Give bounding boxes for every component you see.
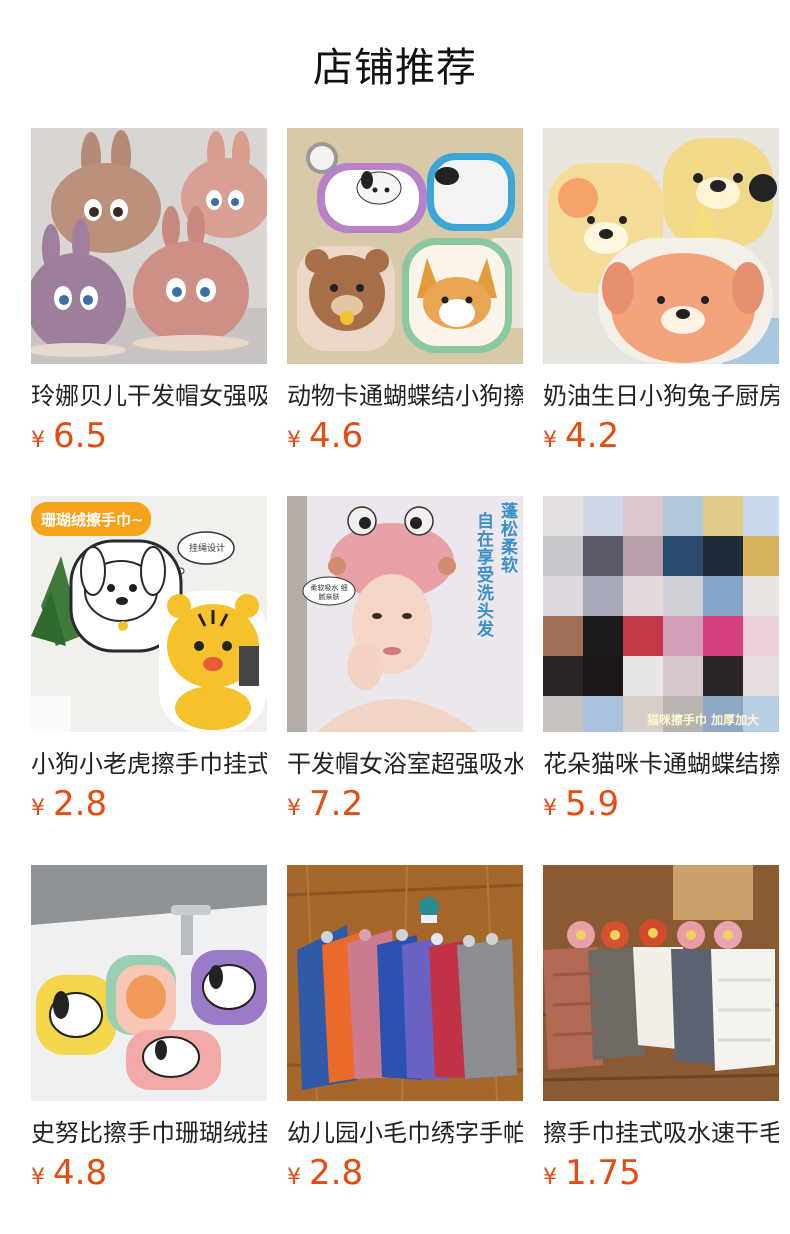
product-title[interactable]: 擦手巾挂式吸水速干毛巾 xyxy=(543,1117,779,1149)
currency-symbol: ¥ xyxy=(287,1165,301,1190)
product-card[interactable]: 玲娜贝儿干发帽女强吸水速干 ¥6.5 xyxy=(31,128,267,462)
page-title: 店铺推荐 xyxy=(313,45,477,91)
vertical-text-2: 自在享受洗头发 xyxy=(473,512,493,638)
animal-hand-towels-image[interactable] xyxy=(287,128,523,364)
dog-tiger-towels-image[interactable]: 珊瑚绒擦手巾~ 挂绳设计 xyxy=(31,496,267,732)
currency-symbol: ¥ xyxy=(543,428,557,453)
product-title[interactable]: 小狗小老虎擦手巾挂式 xyxy=(31,748,267,780)
currency-symbol: ¥ xyxy=(543,1165,557,1190)
product-price: ¥5.9 xyxy=(543,784,779,830)
caption-text: 猫咪擦手巾 加厚加大 xyxy=(647,713,760,727)
product-price: ¥4.8 xyxy=(31,1153,267,1199)
product-card[interactable]: 史努比擦手巾珊瑚绒挂式 ¥4.8 xyxy=(31,865,267,1199)
product-price: ¥1.75 xyxy=(543,1153,779,1199)
product-price: ¥4.6 xyxy=(287,416,523,462)
product-card[interactable]: 幼儿园小毛巾绣字手帕 ¥2.8 xyxy=(287,865,523,1199)
currency-symbol: ¥ xyxy=(31,796,45,821)
price-value: 4.2 xyxy=(565,416,620,456)
product-price: ¥2.8 xyxy=(287,1153,523,1199)
price-value: 1.75 xyxy=(565,1153,641,1193)
page-header: 店铺推荐 xyxy=(0,0,790,128)
bubble-text: 挂绳设计 xyxy=(189,544,226,554)
product-price: ¥2.8 xyxy=(31,784,267,830)
product-title[interactable]: 干发帽女浴室超强吸水 xyxy=(287,748,523,780)
kids-towels-image[interactable] xyxy=(287,865,523,1101)
flower-towels-image[interactable] xyxy=(543,865,779,1101)
hair-cap-model-image[interactable]: 蓬松柔软 自在享受洗头发 柔软吸水 细腻亲肤 xyxy=(287,496,523,732)
snoopy-towels-image[interactable] xyxy=(31,865,267,1101)
price-value: 2.8 xyxy=(53,784,108,824)
product-price: ¥7.2 xyxy=(287,784,523,830)
product-title[interactable]: 史努比擦手巾珊瑚绒挂式 xyxy=(31,1117,267,1149)
product-card[interactable]: 珊瑚绒擦手巾~ 挂绳设计 小狗小老虎擦手巾挂式 ¥2.8 xyxy=(31,496,267,830)
price-value: 5.9 xyxy=(565,784,620,824)
product-title[interactable]: 动物卡通蝴蝶结小狗擦手巾 xyxy=(287,380,523,412)
banner-text: 珊瑚绒擦手巾~ xyxy=(41,511,144,529)
cream-dog-towels-image[interactable] xyxy=(543,128,779,364)
product-title[interactable]: 奶油生日小狗兔子厨房擦手巾 xyxy=(543,380,779,412)
cat-towels-image[interactable]: 猫咪擦手巾 加厚加大 xyxy=(543,496,779,732)
price-value: 7.2 xyxy=(309,784,364,824)
price-value: 6.5 xyxy=(53,416,108,456)
vertical-text-1: 蓬松柔软 xyxy=(497,502,517,574)
currency-symbol: ¥ xyxy=(287,428,301,453)
currency-symbol: ¥ xyxy=(31,428,45,453)
product-card[interactable]: 奶油生日小狗兔子厨房擦手巾 ¥4.2 xyxy=(543,128,779,462)
currency-symbol: ¥ xyxy=(287,796,301,821)
product-price: ¥4.2 xyxy=(543,416,779,462)
product-price: ¥6.5 xyxy=(31,416,267,462)
price-value: 4.8 xyxy=(53,1153,108,1193)
product-card[interactable]: 蓬松柔软 自在享受洗头发 柔软吸水 细腻亲肤 干发帽女浴室超强吸水 ¥7.2 xyxy=(287,496,523,830)
product-card[interactable]: 擦手巾挂式吸水速干毛巾 ¥1.75 xyxy=(543,865,779,1199)
product-card[interactable]: 动物卡通蝴蝶结小狗擦手巾 ¥4.6 xyxy=(287,128,523,462)
product-title[interactable]: 花朵猫咪卡通蝴蝶结擦手巾 xyxy=(543,748,779,780)
product-card[interactable]: 猫咪擦手巾 加厚加大 花朵猫咪卡通蝴蝶结擦手巾 ¥5.9 xyxy=(543,496,779,830)
product-title[interactable]: 幼儿园小毛巾绣字手帕 xyxy=(287,1117,523,1149)
price-value: 2.8 xyxy=(309,1153,364,1193)
tag-text: 柔软吸水 细腻亲肤 xyxy=(310,584,348,601)
price-value: 4.6 xyxy=(309,416,364,456)
currency-symbol: ¥ xyxy=(543,796,557,821)
currency-symbol: ¥ xyxy=(31,1165,45,1190)
product-title[interactable]: 玲娜贝儿干发帽女强吸水速干 xyxy=(31,380,267,412)
bunny-hair-caps-image[interactable] xyxy=(31,128,267,364)
